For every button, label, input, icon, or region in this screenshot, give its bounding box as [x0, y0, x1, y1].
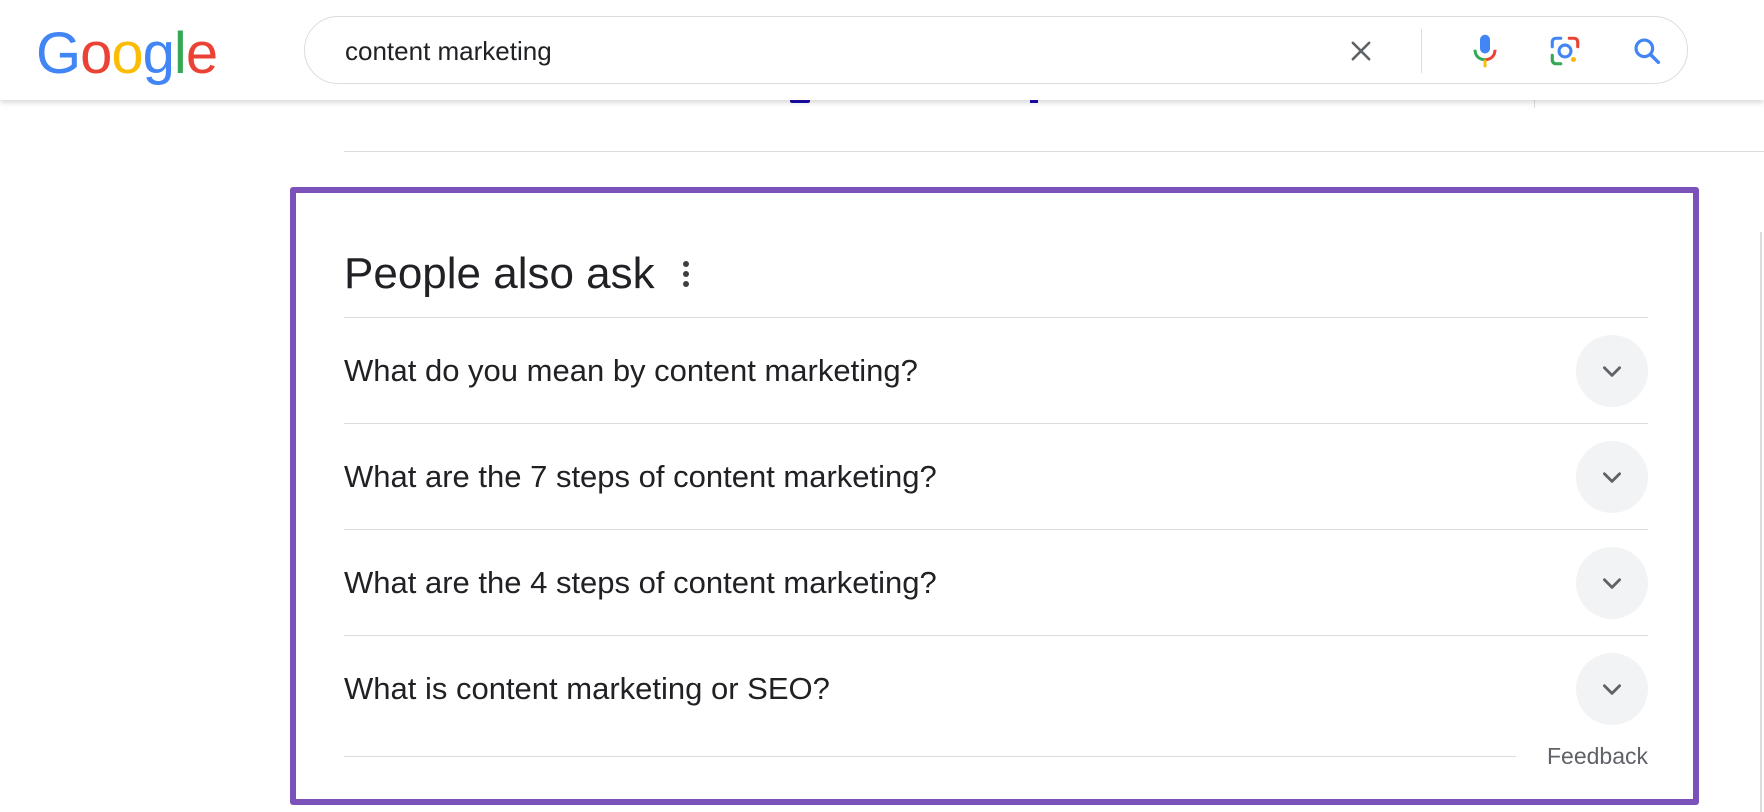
chevron-down-icon[interactable] — [1576, 335, 1648, 407]
question-item[interactable]: What are the 7 steps of content marketin… — [344, 424, 1648, 529]
logo-letter: e — [185, 21, 218, 86]
chevron-down-icon[interactable] — [1576, 653, 1648, 725]
people-also-ask-title: People also ask — [344, 249, 655, 298]
feedback-divider — [344, 756, 1516, 757]
logo-letter: G — [36, 21, 81, 86]
google-logo[interactable]: Google — [36, 18, 218, 90]
logo-letter: g — [142, 21, 175, 86]
search-results-page: Google content marketing People also ask… — [0, 0, 1764, 812]
chevron-down-icon[interactable] — [1576, 547, 1648, 619]
search-box-divider — [1421, 29, 1422, 73]
question-text: What are the 4 steps of content marketin… — [344, 565, 937, 600]
question-item[interactable]: What are the 4 steps of content marketin… — [344, 530, 1648, 635]
previous-result-link-fragment — [790, 100, 810, 103]
search-input[interactable] — [345, 31, 1345, 71]
question-text: What is content marketing or SEO? — [344, 671, 830, 706]
more-options-icon[interactable] — [672, 256, 700, 292]
logo-letter: o — [80, 21, 112, 86]
question-item[interactable]: What do you mean by content marketing? — [344, 318, 1648, 423]
microphone-icon[interactable] — [1465, 31, 1505, 71]
section-divider — [344, 151, 1764, 152]
search-icon[interactable] — [1627, 31, 1667, 71]
clear-icon[interactable] — [1341, 31, 1381, 71]
lens-camera-icon[interactable] — [1545, 31, 1585, 71]
search-header: Google — [0, 0, 1764, 100]
feedback-link[interactable]: Feedback — [1540, 742, 1648, 770]
question-item[interactable]: What is content marketing or SEO? — [344, 636, 1648, 741]
people-also-ask-list: What do you mean by content marketing? W… — [344, 317, 1648, 741]
question-text: What are the 7 steps of content marketin… — [344, 459, 937, 494]
logo-letter: l — [173, 21, 187, 86]
previous-result-divider — [1534, 100, 1535, 108]
search-box — [304, 16, 1688, 84]
chevron-down-icon[interactable] — [1576, 441, 1648, 513]
previous-result-link-fragment — [1030, 100, 1038, 103]
right-panel-edge — [1760, 232, 1762, 812]
question-text: What do you mean by content marketing? — [344, 353, 918, 388]
logo-letter: o — [111, 21, 143, 86]
